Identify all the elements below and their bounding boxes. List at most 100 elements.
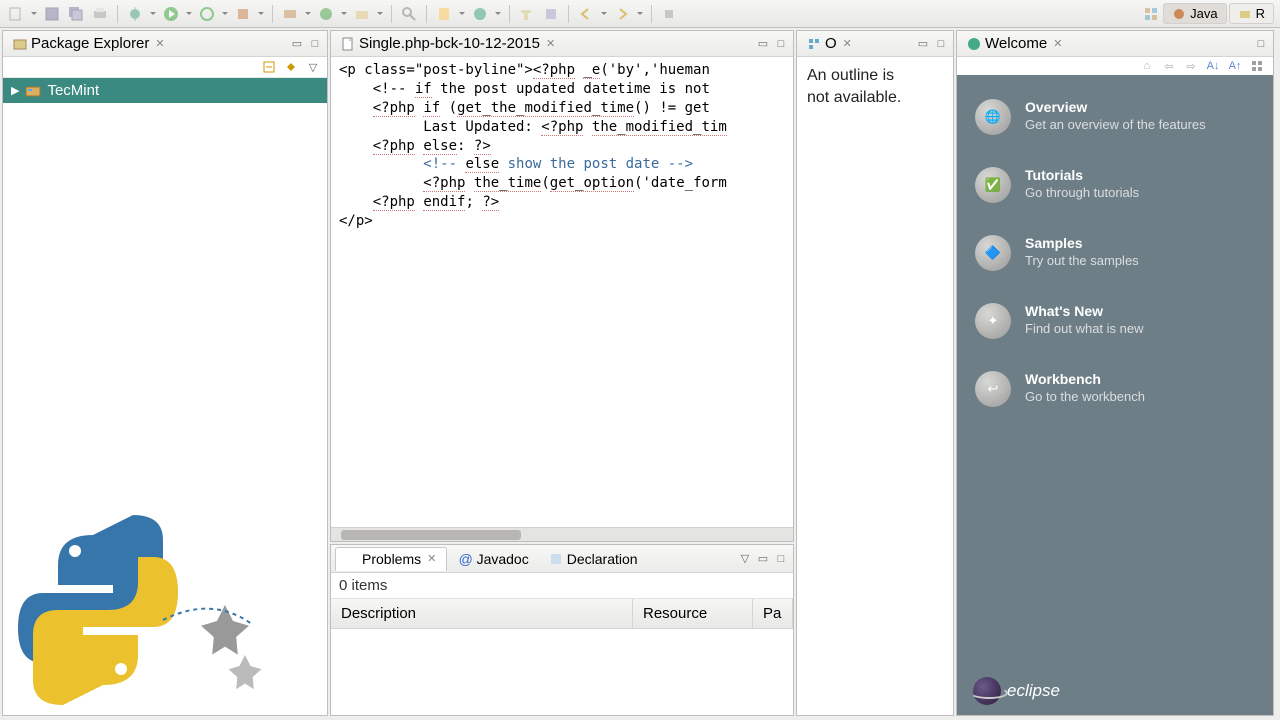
- new-folder-icon[interactable]: [352, 4, 372, 24]
- view-menu-icon[interactable]: ▽: [737, 551, 753, 567]
- forward-dd[interactable]: [636, 4, 644, 24]
- tab-javadoc[interactable]: @ Javadoc: [449, 547, 537, 571]
- nav-fwd-icon[interactable]: ⇨: [1183, 59, 1199, 73]
- col-resource[interactable]: Resource: [633, 599, 753, 628]
- close-icon[interactable]: ✕: [544, 37, 557, 50]
- expand-arrow-icon[interactable]: ▶: [11, 84, 19, 97]
- col-path[interactable]: Pa: [753, 599, 793, 628]
- pin-icon[interactable]: [659, 4, 679, 24]
- close-icon[interactable]: ✕: [841, 37, 854, 50]
- save-icon[interactable]: [42, 4, 62, 24]
- outline-message-l2: not available.: [807, 87, 943, 109]
- welcome-item-what-s-new[interactable]: ✦What's NewFind out what is new: [957, 287, 1273, 355]
- maximize-icon[interactable]: □: [933, 36, 949, 52]
- nav-back-icon[interactable]: ⇦: [1161, 59, 1177, 73]
- toggle-mark-dd[interactable]: [458, 4, 466, 24]
- debug-dropdown[interactable]: [149, 4, 157, 24]
- python-logo-watermark: [13, 505, 293, 705]
- package-explorer-icon: [13, 37, 27, 51]
- welcome-view: Welcome ✕ □ ⌂ ⇦ ⇨ A↓ A↑ 🌐OverviewGet an …: [956, 30, 1274, 716]
- open-perspective-icon[interactable]: [1141, 4, 1161, 24]
- welcome-item-icon: 🔷: [975, 235, 1011, 271]
- welcome-item-tutorials[interactable]: ✅TutorialsGo through tutorials: [957, 151, 1273, 219]
- maximize-icon[interactable]: □: [1253, 36, 1269, 52]
- annotation-dd[interactable]: [494, 4, 502, 24]
- close-icon[interactable]: ✕: [425, 552, 438, 565]
- toggle-mark-icon[interactable]: [434, 4, 454, 24]
- perspective-java-label: Java: [1190, 6, 1217, 21]
- javadoc-icon: @: [458, 551, 472, 567]
- maximize-icon[interactable]: □: [773, 36, 789, 52]
- font-dec-icon[interactable]: A↓: [1205, 59, 1221, 73]
- back-icon[interactable]: [576, 4, 596, 24]
- eclipse-logo-text: eclipse: [1007, 681, 1060, 701]
- view-menu-icon[interactable]: ▽: [305, 59, 321, 75]
- tab-declaration-label: Declaration: [567, 551, 638, 567]
- customize-icon[interactable]: [1249, 59, 1265, 73]
- maximize-icon[interactable]: □: [773, 551, 789, 567]
- home-icon[interactable]: ⌂: [1139, 59, 1155, 73]
- link-editor-icon[interactable]: [283, 59, 299, 75]
- welcome-item-desc: Go to the workbench: [1025, 389, 1255, 406]
- eclipse-logo: eclipse: [973, 677, 1060, 705]
- project-tree-item[interactable]: ▶ TecMint: [3, 78, 327, 103]
- welcome-item-desc: Get an overview of the features: [1025, 117, 1255, 134]
- editor-text-area[interactable]: <p class="post-byline"><?php _e('by','hu…: [331, 57, 793, 527]
- new-folder-dropdown[interactable]: [376, 4, 384, 24]
- ext-tools-icon[interactable]: [233, 4, 253, 24]
- run-dropdown[interactable]: [185, 4, 193, 24]
- horizontal-scrollbar[interactable]: [331, 527, 793, 541]
- collapse-all-icon[interactable]: [261, 59, 277, 75]
- welcome-item-desc: Try out the samples: [1025, 253, 1255, 270]
- print-icon[interactable]: [90, 4, 110, 24]
- save-all-icon[interactable]: [66, 4, 86, 24]
- close-icon[interactable]: ✕: [1051, 37, 1064, 50]
- minimize-icon[interactable]: ▭: [755, 36, 771, 52]
- minimize-icon[interactable]: ▭: [755, 551, 771, 567]
- new-package-icon[interactable]: [280, 4, 300, 24]
- open-task-icon[interactable]: [541, 4, 561, 24]
- new-class-icon[interactable]: [316, 4, 336, 24]
- search-icon[interactable]: [399, 4, 419, 24]
- welcome-item-title: Workbench: [1025, 371, 1255, 387]
- minimize-icon[interactable]: ▭: [915, 36, 931, 52]
- declaration-icon: [549, 552, 563, 566]
- new-package-dropdown[interactable]: [304, 4, 312, 24]
- ext-tools-dropdown[interactable]: [257, 4, 265, 24]
- minimize-icon[interactable]: ▭: [289, 36, 305, 52]
- package-explorer-view: Package Explorer ✕ ▭ □ ▽ ▶ TecMint: [2, 30, 328, 716]
- perspective-java[interactable]: Java: [1163, 3, 1226, 24]
- welcome-item-title: Overview: [1025, 99, 1255, 115]
- outline-title: O: [825, 35, 837, 52]
- perspective-r-label: R: [1256, 6, 1265, 21]
- new-icon[interactable]: [6, 4, 26, 24]
- new-dropdown[interactable]: [30, 4, 38, 24]
- outline-view: O ✕ ▭ □ An outline is not available.: [796, 30, 954, 716]
- forward-icon[interactable]: [612, 4, 632, 24]
- font-inc-icon[interactable]: A↑: [1227, 59, 1243, 73]
- new-class-dropdown[interactable]: [340, 4, 348, 24]
- run-icon[interactable]: [161, 4, 181, 24]
- welcome-title: Welcome: [985, 35, 1047, 52]
- main-toolbar: Java R: [0, 0, 1280, 28]
- debug-icon[interactable]: [125, 4, 145, 24]
- tab-declaration[interactable]: Declaration: [540, 547, 647, 571]
- run-last-icon[interactable]: [197, 4, 217, 24]
- welcome-item-samples[interactable]: 🔷SamplesTry out the samples: [957, 219, 1273, 287]
- tab-problems-label: Problems: [362, 551, 421, 567]
- welcome-item-title: Tutorials: [1025, 167, 1255, 183]
- perspective-r[interactable]: R: [1229, 3, 1274, 24]
- outline-icon: [807, 37, 821, 51]
- annotation-icon[interactable]: [470, 4, 490, 24]
- welcome-item-icon: ↩: [975, 371, 1011, 407]
- maximize-icon[interactable]: □: [307, 36, 323, 52]
- close-icon[interactable]: ✕: [153, 37, 166, 50]
- welcome-item-workbench[interactable]: ↩ Workbench Go to the workbench: [957, 355, 1273, 423]
- col-description[interactable]: Description: [331, 599, 633, 628]
- open-type-icon[interactable]: [517, 4, 537, 24]
- run-last-dropdown[interactable]: [221, 4, 229, 24]
- tab-problems[interactable]: Problems ✕: [335, 547, 447, 571]
- welcome-item-overview[interactable]: 🌐OverviewGet an overview of the features: [957, 83, 1273, 151]
- back-dd[interactable]: [600, 4, 608, 24]
- welcome-item-desc: Go through tutorials: [1025, 185, 1255, 202]
